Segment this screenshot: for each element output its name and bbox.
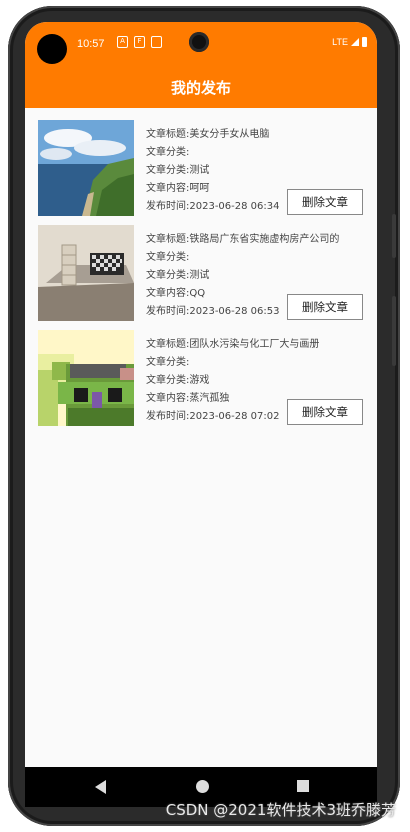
status-right-icons: LTE — [332, 37, 367, 47]
a-icon: A — [117, 36, 128, 48]
article-category: 文章分类:游戏 — [146, 375, 210, 386]
watermark-text: CSDN @2021软件技术3班乔滕芳 — [165, 801, 396, 819]
article-category: 文章分类: — [146, 357, 190, 368]
article-thumbnail — [38, 330, 134, 426]
article-item[interactable]: 文章标题:美女分手女从电脑 文章分类: 文章分类:测试 文章内容:呵呵 发布时间… — [25, 120, 377, 225]
status-time: 10:57 — [77, 38, 105, 50]
room-interior-image — [38, 225, 134, 321]
back-icon[interactable] — [95, 780, 106, 794]
sd-card-icon — [151, 36, 162, 48]
delete-article-button[interactable]: 删除文章 — [287, 294, 363, 320]
status-notification-icons: A F — [117, 36, 162, 48]
delete-article-button[interactable]: 删除文章 — [287, 399, 363, 425]
status-bar: 10:57 A F LTE — [25, 22, 377, 66]
network-type: LTE — [332, 37, 348, 47]
pixel-character-image — [38, 330, 134, 426]
article-item[interactable]: 文章标题:团队水污染与化工厂大与画册 文章分类: 文章分类:游戏 文章内容:蒸汽… — [25, 330, 377, 435]
article-thumbnail — [38, 120, 134, 216]
article-title: 文章标题:铁路局广东省实施虚构房产公司的 — [146, 234, 340, 245]
article-item[interactable]: 文章标题:铁路局广东省实施虚构房产公司的 文章分类: 文章分类:测试 文章内容:… — [25, 225, 377, 330]
battery-icon — [362, 37, 367, 47]
article-category: 文章分类: — [146, 147, 190, 158]
delete-article-button[interactable]: 删除文章 — [287, 189, 363, 215]
article-category: 文章分类:测试 — [146, 270, 210, 281]
article-category: 文章分类:测试 — [146, 165, 210, 176]
front-camera — [189, 32, 209, 52]
article-category: 文章分类: — [146, 252, 190, 263]
volume-button — [392, 296, 396, 366]
article-thumbnail — [38, 225, 134, 321]
power-button — [392, 214, 396, 258]
page-title: 我的发布 — [170, 78, 231, 97]
notification-dot — [37, 34, 67, 64]
article-title: 文章标题:团队水污染与化工厂大与画册 — [146, 339, 320, 350]
recent-apps-icon[interactable] — [297, 780, 309, 792]
f-icon: F — [134, 36, 145, 48]
article-list: 文章标题:美女分手女从电脑 文章分类: 文章分类:测试 文章内容:呵呵 发布时间… — [25, 108, 377, 435]
app-screen: 10:57 A F LTE 我的发布 文章标题:美女分手女从电脑 文章分类: 文… — [25, 22, 377, 807]
article-title: 文章标题:美女分手女从电脑 — [146, 129, 270, 140]
signal-icon — [351, 38, 359, 46]
home-icon[interactable] — [196, 780, 209, 793]
app-toolbar: 我的发布 — [25, 66, 377, 108]
coastal-landscape-image — [38, 120, 134, 216]
